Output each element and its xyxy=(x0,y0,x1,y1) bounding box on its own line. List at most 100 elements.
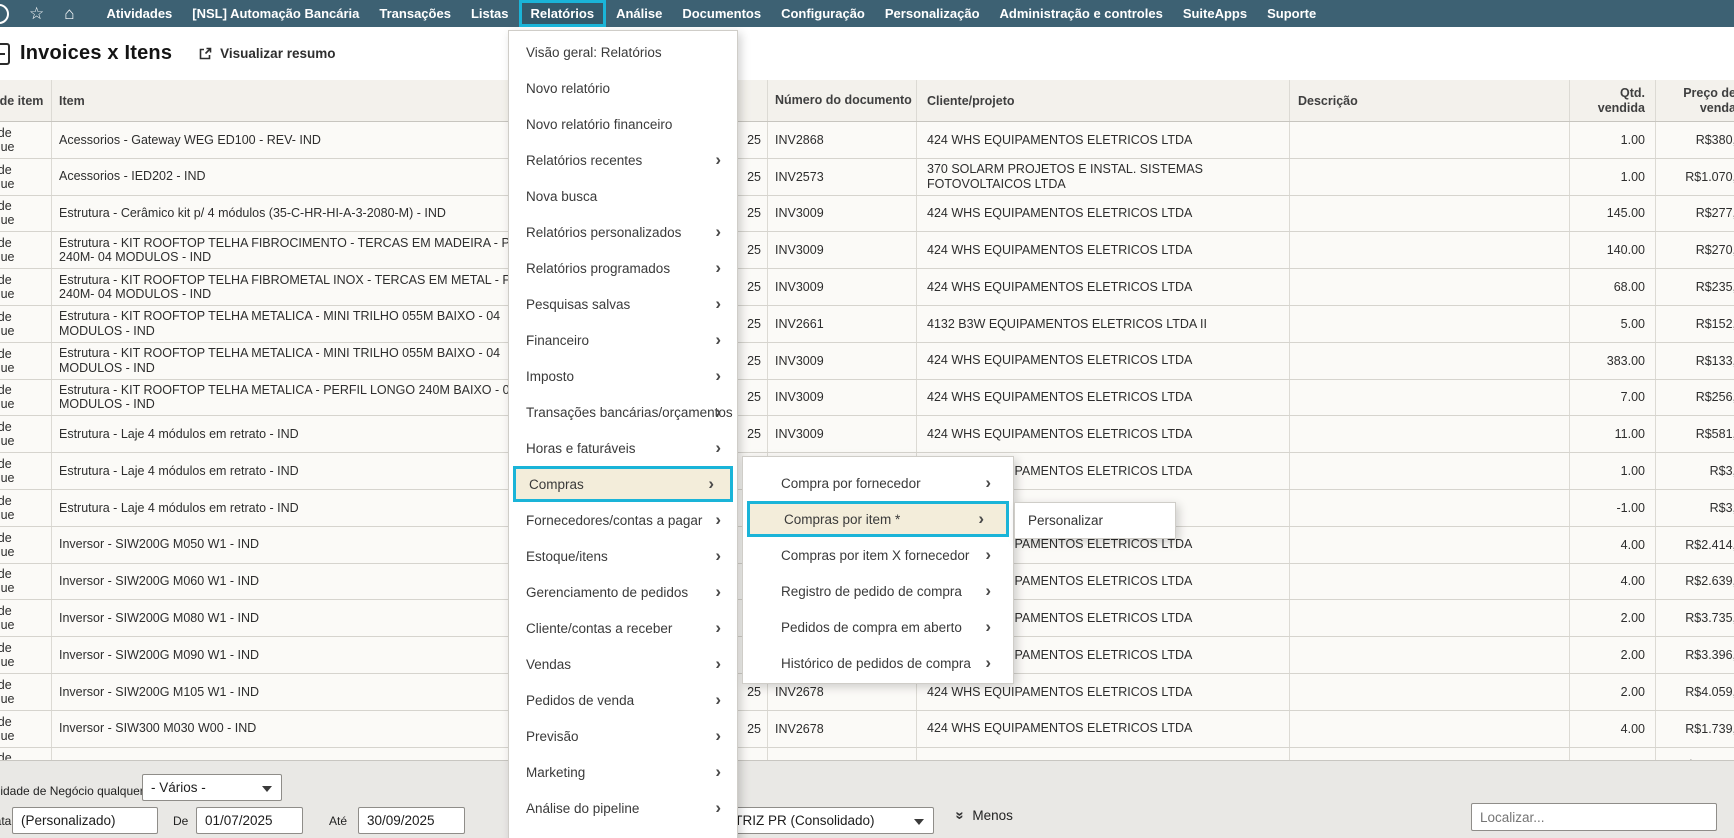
view-summary-label: Visualizar resumo xyxy=(220,46,335,61)
purchases-submenu: Compra por fornecedor›Compras por item *… xyxy=(742,456,1014,684)
menu-item-fornecedores-contas-a-pagar[interactable]: Fornecedores/contas a pagar› xyxy=(509,502,737,538)
double-chevron-down-icon: » xyxy=(952,811,969,819)
table-row: Item de estoqueEstrutura - KIT ROOFTOP T… xyxy=(0,232,1734,269)
menu-item-label: Vendas xyxy=(526,657,571,672)
cell-item-type: Item de estoque xyxy=(0,490,52,526)
cell-document: INV2868 xyxy=(768,122,917,158)
nav-item-relat-rios[interactable]: Relatórios xyxy=(519,0,607,27)
submenu-item-hist-rico-de-pedidos-de-compra[interactable]: Histórico de pedidos de compra› xyxy=(743,645,1013,681)
menu-item-compras[interactable]: Compras› xyxy=(513,466,733,502)
nav-item-personaliza-o[interactable]: Personalização xyxy=(875,0,990,27)
table-row: Item de estoqueAcessorios - IED202 - IND… xyxy=(0,159,1734,196)
cell-price: R$4.059, xyxy=(1656,674,1734,710)
chevron-right-icon: › xyxy=(715,582,721,602)
view-summary-link[interactable]: Visualizar resumo xyxy=(198,46,335,61)
star-icon[interactable]: ☆ xyxy=(29,0,44,27)
find-input[interactable] xyxy=(1480,810,1708,825)
submenu-item-compras-por-item-x-fornecedor[interactable]: Compras por item X fornecedor› xyxy=(743,537,1013,573)
menu-item-label: Pedidos de compra em aberto xyxy=(781,620,962,635)
submenu-item-pedidos-de-compra-em-aberto[interactable]: Pedidos de compra em aberto› xyxy=(743,609,1013,645)
less-toggle[interactable]: » Menos xyxy=(956,807,1013,824)
menu-item-pesquisas-salvas[interactable]: Pesquisas salvas› xyxy=(509,286,737,322)
menu-item-nova-busca[interactable]: Nova busca xyxy=(509,178,737,214)
logo-icon[interactable] xyxy=(0,4,9,24)
cell-quantity: 383.00 xyxy=(1570,343,1656,379)
cell-description xyxy=(1290,600,1570,636)
cell-item-type: Item de estoque xyxy=(0,527,52,563)
cell-document: INV3009 xyxy=(768,232,917,268)
find-box xyxy=(1471,803,1717,831)
reports-menu: Visão geral: RelatóriosNovo relatórioNov… xyxy=(508,30,738,838)
chevron-right-icon: › xyxy=(715,366,721,386)
cell-document: INV2661 xyxy=(768,306,917,342)
menu-item-label: Compras xyxy=(529,477,584,492)
menu-item-horas-e-fatur-veis[interactable]: Horas e faturáveis› xyxy=(509,430,737,466)
nav-item-nsl-automa-o-banc-ria[interactable]: [NSL] Automação Bancária xyxy=(182,0,369,27)
cell-price: R$256, xyxy=(1656,380,1734,416)
date-type-field[interactable]: (Personalizado) xyxy=(12,807,158,834)
menu-item-label: Imposto xyxy=(526,369,574,384)
menu-item-label: Transações bancárias/orçamentos xyxy=(526,405,733,420)
header-client[interactable]: Cliente/projeto xyxy=(917,80,1290,121)
cell-item-type: Item de estoque xyxy=(0,306,52,342)
nav-item-administra-o-e-controles[interactable]: Administração e controles xyxy=(990,0,1173,27)
cell-description xyxy=(1290,159,1570,195)
submenu-item-compras-por-item[interactable]: Compras por item *› xyxy=(747,501,1009,537)
menu-item-previs-o[interactable]: Previsão› xyxy=(509,718,737,754)
business-unit-select[interactable]: - Vários - xyxy=(142,774,282,801)
home-icon[interactable]: ⌂ xyxy=(64,0,74,27)
cell-client: 424 WHS EQUIPAMENTOS ELETRICOS LTDA xyxy=(917,269,1290,305)
nav-item-transa-es[interactable]: Transações xyxy=(369,0,461,27)
nav-item-listas[interactable]: Listas xyxy=(461,0,519,27)
menu-item-label: Previsão xyxy=(526,729,579,744)
nav-item-documentos[interactable]: Documentos xyxy=(672,0,771,27)
menu-item-relat-rios-programados[interactable]: Relatórios programados› xyxy=(509,250,737,286)
submenu-item-compra-por-fornecedor[interactable]: Compra por fornecedor› xyxy=(743,465,1013,501)
from-date-input[interactable]: 01/07/2025 xyxy=(196,807,303,834)
header-price[interactable]: Preço de venda xyxy=(1656,80,1734,121)
cell-description xyxy=(1290,196,1570,232)
cell-description xyxy=(1290,416,1570,452)
cell-quantity: 4.00 xyxy=(1570,527,1656,563)
submenu-item-registro-de-pedido-de-compra[interactable]: Registro de pedido de compra› xyxy=(743,573,1013,609)
cell-quantity: 1.00 xyxy=(1570,453,1656,489)
nav-item-atividades[interactable]: Atividades xyxy=(97,0,183,27)
cell-document: INV3009 xyxy=(768,416,917,452)
menu-item-label: Histórico de pedidos de compra xyxy=(781,656,971,671)
to-date-input[interactable]: 30/09/2025 xyxy=(358,807,465,834)
header-description[interactable]: Descrição xyxy=(1290,80,1570,121)
nav-item-suporte[interactable]: Suporte xyxy=(1257,0,1326,27)
menu-item-vendas[interactable]: Vendas› xyxy=(509,646,737,682)
menu-item-vis-o-geral-relat-rios[interactable]: Visão geral: Relatórios xyxy=(509,34,737,70)
menu-item-marketing[interactable]: Marketing› xyxy=(509,754,737,790)
menu-item-transa-es-banc-rias-or-amentos[interactable]: Transações bancárias/orçamentos› xyxy=(509,394,737,430)
menu-item-an-lise-do-pipeline[interactable]: Análise do pipeline› xyxy=(509,790,737,826)
page-header: Invoices x Itens Visualizar resumo xyxy=(0,27,1734,80)
menu-item-relat-rios-recentes[interactable]: Relatórios recentes› xyxy=(509,142,737,178)
header-document[interactable]: Número do documento xyxy=(768,80,917,121)
menu-item-label: Gerenciamento de pedidos xyxy=(526,585,688,600)
nav-item-an-lise[interactable]: Análise xyxy=(606,0,672,27)
nav-item-configura-o[interactable]: Configuração xyxy=(771,0,875,27)
menu-item-novo-relat-rio[interactable]: Novo relatório xyxy=(509,70,737,106)
customize-menu-item[interactable]: Personalizar xyxy=(1014,502,1176,539)
menu-item-pedidos-de-venda[interactable]: Pedidos de venda› xyxy=(509,682,737,718)
customize-label: Personalizar xyxy=(1028,513,1103,528)
cell-price: R$1.739, xyxy=(1656,711,1734,747)
menu-item-relat-rios-personalizados[interactable]: Relatórios personalizados› xyxy=(509,214,737,250)
menu-item-gerenciamento-de-pedidos[interactable]: Gerenciamento de pedidos › xyxy=(509,574,737,610)
menu-item-label: Horas e faturáveis xyxy=(526,441,636,456)
menu-item-novo-relat-rio-financeiro[interactable]: Novo relatório financeiro xyxy=(509,106,737,142)
cell-item-type: Item de estoque xyxy=(0,453,52,489)
nav-item-suiteapps[interactable]: SuiteApps xyxy=(1173,0,1257,27)
menu-item-label: Estoque/itens xyxy=(526,549,608,564)
chevron-right-icon: › xyxy=(715,618,721,638)
menu-item-imposto[interactable]: Imposto › xyxy=(509,358,737,394)
menu-item-label: Análise do pipeline xyxy=(526,801,639,816)
menu-item-cliente-contas-a-receber[interactable]: Cliente/contas a receber› xyxy=(509,610,737,646)
menu-item-estoque-itens[interactable]: Estoque/itens› xyxy=(509,538,737,574)
cell-client: 370 SOLARM PROJETOS E INSTAL. SISTEMAS F… xyxy=(917,159,1290,195)
header-item-type[interactable]: Tipo de item xyxy=(0,80,52,121)
header-quantity[interactable]: Qtd. vendida xyxy=(1570,80,1656,121)
menu-item-financeiro[interactable]: Financeiro› xyxy=(509,322,737,358)
